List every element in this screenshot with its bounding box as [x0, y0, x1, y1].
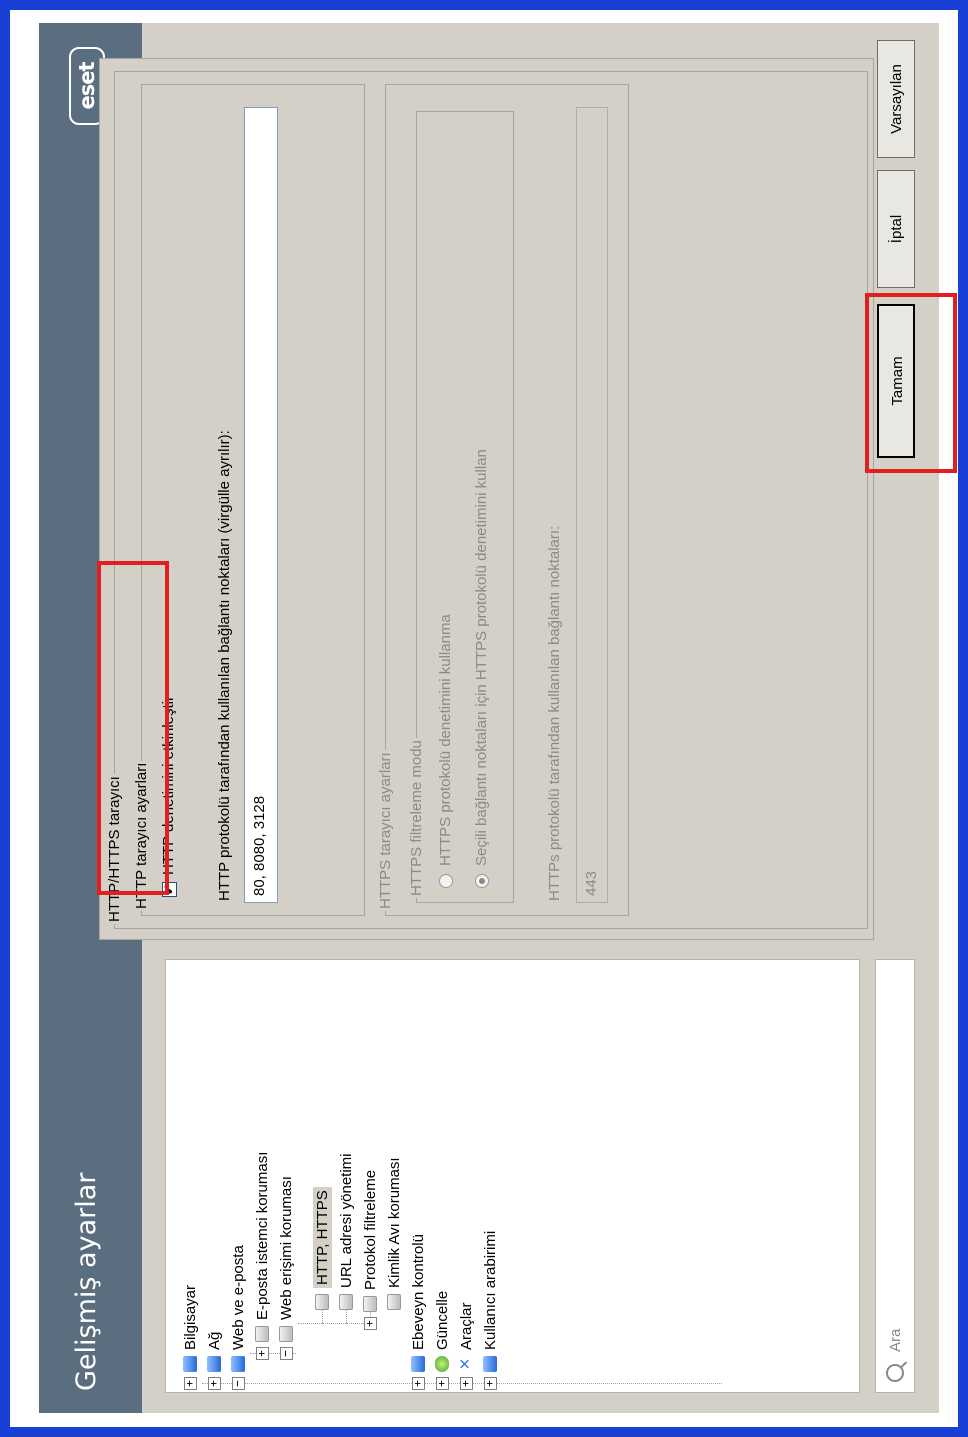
screenshot-frame: Gelişmiş ayarlar eset + Bilgisayar + Ağ … — [10, 10, 958, 1427]
tools-icon: ✕ — [457, 1357, 474, 1371]
https-option2-label: Seçili bağlantı noktaları için HTTPS pro… — [473, 449, 490, 866]
expander-icon[interactable]: + — [255, 1347, 269, 1360]
ui-icon — [483, 1356, 497, 1372]
expander-icon[interactable]: + — [183, 1377, 197, 1390]
http-https-scanner-group: HTTP/HTTPS tarayıcı HTTP tarayıcı ayarla… — [106, 71, 868, 929]
tree-item-label: Bilgisayar — [181, 1284, 199, 1350]
http-ports-input[interactable]: 80, 8080, 3128 — [244, 107, 278, 903]
tree-item-label: Protokol filtreleme — [361, 1169, 379, 1290]
tree-item-label: Ağ — [205, 1331, 223, 1350]
globe-icon — [231, 1356, 245, 1372]
https-scanner-settings: HTTPS tarayıcı ayarları HTTPS filtreleme… — [377, 84, 629, 916]
tree-item-label: Kullanıcı arabirimi — [481, 1230, 499, 1350]
expander-icon[interactable]: + — [435, 1377, 449, 1390]
advanced-settings-window: Gelişmiş ayarlar eset + Bilgisayar + Ağ … — [39, 23, 957, 1413]
tree-item-label: Güncelle — [433, 1290, 451, 1350]
tree-item-e-posta-istemci-korumasi[interactable]: + E-posta istemci koruması — [250, 1152, 274, 1360]
tree-item-label: Web erişimi koruması — [277, 1176, 295, 1320]
https-ports-label: HTTPs protokolü tarafından kullanılan ba… — [546, 525, 563, 901]
tree-item-url-adresi-yonetimi[interactable]: URL adresi yönetimi — [334, 1153, 358, 1310]
highlight-ok-button — [865, 293, 957, 473]
tree-item-guncelle[interactable]: + Güncelle — [430, 1291, 454, 1390]
tree-item-label: Web ve e-posta — [229, 1245, 247, 1350]
tree-item-kullanici-arabirimi[interactable]: + Kullanıcı arabirimi — [478, 1231, 502, 1390]
tree-item-web-ve-e-posta[interactable]: − Web ve e-posta — [226, 1245, 250, 1390]
settings-tree: + Bilgisayar + Ağ − Web ve e-posta + E-p… — [165, 959, 860, 1393]
tree-item-bilgisayar[interactable]: + Bilgisayar — [178, 1285, 202, 1390]
expander-icon[interactable]: + — [363, 1317, 377, 1330]
module-icon — [279, 1326, 293, 1342]
computer-icon — [183, 1356, 197, 1372]
tree-item-kimlik-avi-korumasi[interactable]: Kimlik Avı koruması — [382, 1157, 406, 1310]
https-option1-label: HTTPS protokolü denetimini kullanma — [437, 614, 454, 866]
tree-item-label: Ebeveyn kontrolü — [409, 1234, 427, 1350]
window-title: Gelişmiş ayarlar — [71, 1172, 102, 1391]
tree-item-label: URL adresi yönetimi — [337, 1153, 355, 1289]
expander-icon[interactable]: + — [207, 1377, 221, 1390]
module-icon — [363, 1296, 377, 1312]
settings-panel: HTTP/HTTPS tarayıcı HTTP tarayıcı ayarla… — [99, 58, 874, 940]
tree-item-ag[interactable]: + Ağ — [202, 1332, 226, 1390]
expander-icon[interactable]: + — [411, 1377, 425, 1390]
https-option2-radio[interactable] — [475, 874, 489, 888]
tree-item-araclar[interactable]: + ✕ Araçlar — [454, 1302, 478, 1390]
cancel-button[interactable]: İptal — [877, 170, 915, 288]
expander-icon[interactable]: + — [459, 1377, 473, 1390]
highlight-http-enable — [97, 561, 169, 895]
tree-item-http-https[interactable]: HTTP, HTTPS — [310, 1187, 334, 1310]
https-ports-input[interactable]: 443 — [576, 107, 608, 903]
module-icon — [339, 1294, 353, 1310]
tree-item-label: E-posta istemci koruması — [253, 1151, 271, 1320]
http-ports-label: HTTP protokolü tarafından kullanılan bağ… — [216, 430, 233, 901]
module-icon — [315, 1294, 329, 1310]
expander-icon[interactable]: − — [231, 1377, 245, 1390]
parental-icon — [411, 1356, 425, 1372]
tree-item-label: Kimlik Avı koruması — [385, 1157, 403, 1288]
https-option1-radio[interactable] — [439, 874, 453, 888]
update-icon — [435, 1356, 449, 1372]
search-icon — [886, 1364, 904, 1382]
expander-icon[interactable]: − — [279, 1347, 293, 1360]
https-filter-mode-group: HTTPS filtreleme modu HTTPS protokolü de… — [408, 111, 514, 903]
https-mode-legend: HTTPS filtreleme modu — [408, 740, 425, 896]
module-icon — [387, 1294, 401, 1310]
tree-item-label: Araçlar — [457, 1302, 475, 1350]
expander-icon[interactable]: + — [483, 1377, 497, 1390]
https-legend: HTTPS tarayıcı ayarları — [377, 752, 394, 909]
tree-item-label: HTTP, HTTPS — [312, 1187, 332, 1288]
tree-item-ebeveyn-kontrolu[interactable]: + Ebeveyn kontrolü — [406, 1234, 430, 1390]
defaults-button[interactable]: Varsayılan — [877, 40, 915, 158]
network-icon — [207, 1356, 221, 1372]
tree-item-protokol-filtreleme[interactable]: + Protokol filtreleme — [358, 1170, 382, 1330]
search-input[interactable]: Ara — [887, 1329, 904, 1352]
search-box[interactable]: Ara — [875, 959, 915, 1393]
module-icon — [255, 1326, 269, 1342]
tree-item-web-erisimi-korumasi[interactable]: − Web erişimi koruması — [274, 1176, 298, 1360]
